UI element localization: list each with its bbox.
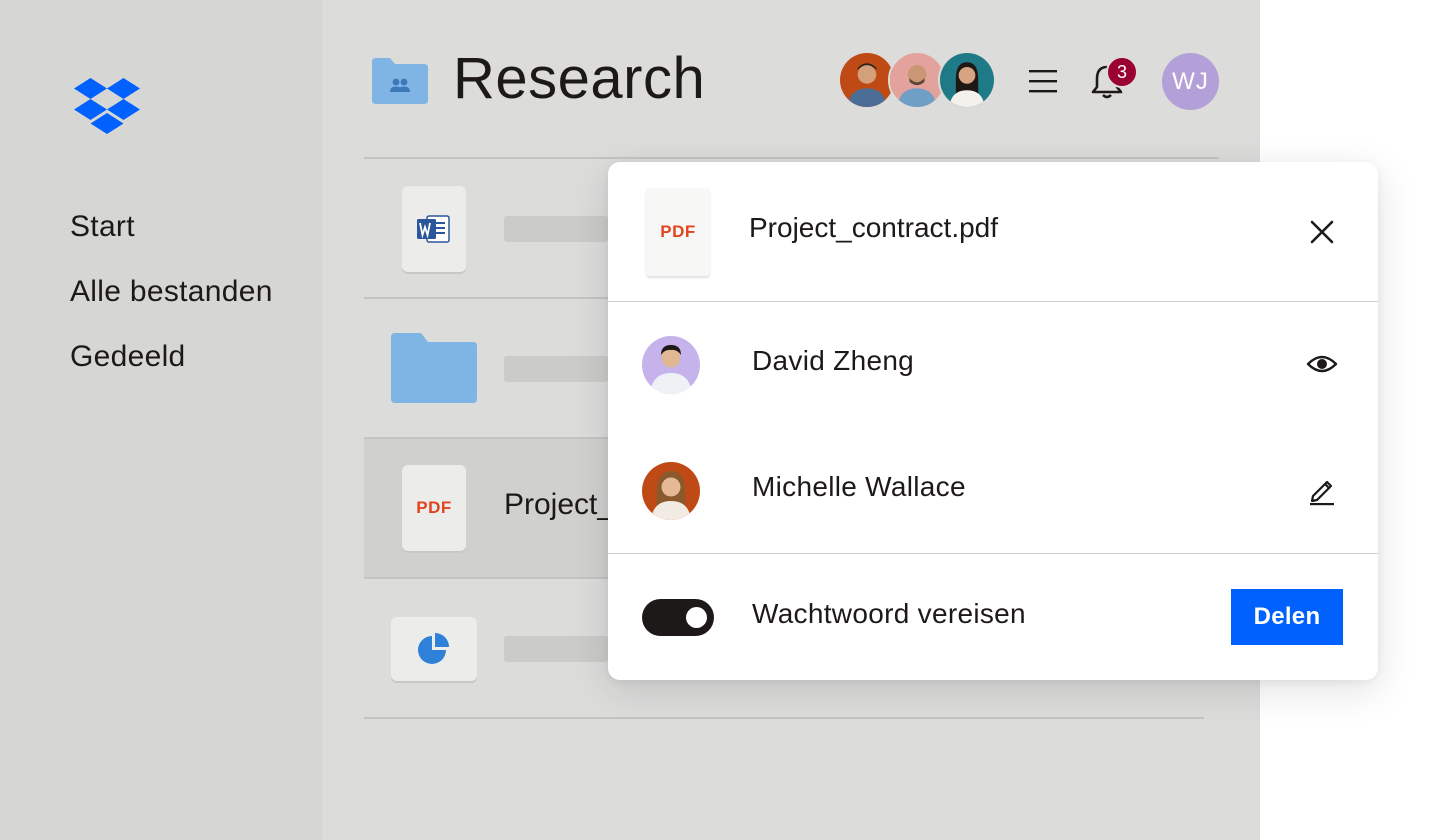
word-file-icon (417, 215, 450, 243)
file-name[interactable]: Project_contract.pdf (504, 488, 608, 522)
notification-badge: 3 (1106, 56, 1138, 88)
password-toggle[interactable] (642, 599, 714, 636)
list-divider (364, 297, 624, 299)
pdf-icon-label: PDF (660, 222, 696, 241)
list-divider (364, 577, 624, 579)
sidebar-item-all-files[interactable]: Alle bestanden (70, 275, 273, 309)
page-title: Research (453, 46, 706, 111)
member-avatar[interactable] (938, 51, 996, 109)
sidebar-item-shared[interactable]: Gedeeld (70, 340, 186, 374)
share-button[interactable]: Delen (1231, 589, 1343, 645)
pencil-icon[interactable] (1308, 474, 1336, 506)
close-icon[interactable] (1308, 218, 1336, 246)
dialog-divider (608, 301, 1378, 302)
table-row[interactable] (391, 617, 477, 681)
dialog-file-name: Project_contract.pdf (749, 212, 999, 243)
table-row[interactable]: PDF (402, 465, 466, 551)
menu-icon[interactable] (1028, 66, 1058, 96)
pdf-file-icon: PDF (646, 188, 710, 276)
shared-folder-icon (372, 58, 428, 104)
person-avatar (642, 462, 700, 520)
sidebar: Start Alle bestanden Gedeeld (0, 0, 322, 840)
pie-chart-icon (418, 633, 449, 664)
share-dialog: PDF Project_contract.pdf David Zheng Mic… (608, 162, 1378, 680)
file-name-placeholder (504, 356, 608, 382)
table-row[interactable] (402, 186, 466, 272)
person-name: Michelle Wallace (752, 471, 966, 502)
eye-icon[interactable] (1306, 350, 1338, 378)
pdf-file-icon: PDF (416, 498, 452, 517)
file-name-placeholder (504, 216, 608, 242)
sidebar-item-start[interactable]: Start (70, 210, 135, 244)
folder-icon[interactable] (391, 333, 477, 403)
toggle-knob (686, 607, 707, 628)
person-name: David Zheng (752, 345, 915, 376)
dropbox-logo-icon[interactable] (74, 78, 140, 134)
file-name-placeholder (504, 636, 608, 662)
user-avatar[interactable]: WJ (1162, 53, 1219, 110)
list-divider (364, 717, 1204, 719)
list-divider (364, 157, 1219, 159)
person-avatar (642, 336, 700, 394)
list-divider (364, 437, 624, 439)
password-toggle-label: Wachtwoord vereisen (752, 598, 1026, 629)
dialog-divider (608, 553, 1378, 554)
